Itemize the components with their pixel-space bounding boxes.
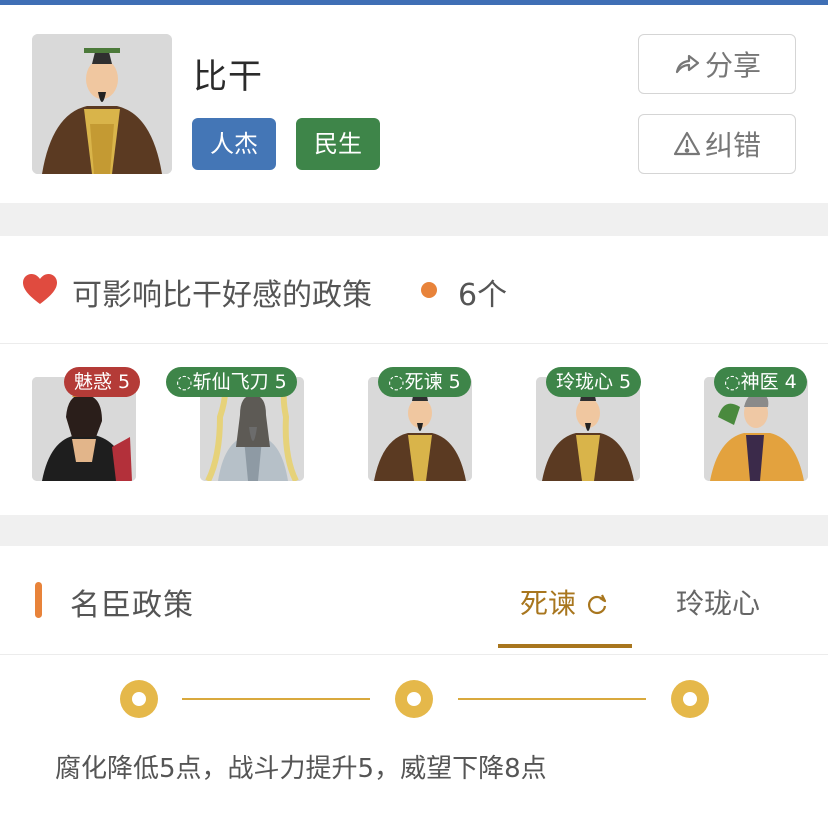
policy-list: 魅惑 5 ◌斩仙飞刀 5 ◌死谏 5 玲珑心 5 ◌神医 4	[0, 345, 828, 515]
share-arrow-icon	[673, 50, 701, 78]
policy-badge: 玲珑心 5	[546, 367, 642, 397]
level-connector	[458, 698, 646, 700]
tag-renjie: 人杰	[192, 118, 276, 170]
tab-linglongxin[interactable]: 玲珑心	[676, 582, 760, 622]
section-accent-bar	[35, 582, 42, 618]
policy-effect-text: 腐化降低5点，战斗力提升5，威望下降8点	[55, 754, 547, 784]
affinity-count: 6个	[458, 278, 508, 313]
character-portrait	[32, 34, 172, 174]
tab-divider	[0, 654, 828, 655]
affinity-title: 可影响比干好感的政策	[72, 278, 372, 313]
tag-minsheng: 民生	[296, 118, 380, 170]
level-node-2[interactable]	[395, 680, 433, 718]
separator-dot	[421, 282, 437, 298]
report-label: 纠错	[704, 129, 761, 162]
affinity-section-header: 可影响比干好感的政策 6个	[0, 236, 828, 344]
report-error-button[interactable]: 纠错	[638, 114, 796, 174]
level-node-1[interactable]	[120, 680, 158, 718]
character-name: 比干	[193, 57, 263, 97]
section-divider	[0, 203, 828, 236]
tab-label: 死谏	[520, 587, 577, 620]
level-connector	[182, 698, 370, 700]
heart-icon	[23, 274, 57, 304]
tab-sijian[interactable]: 死谏	[520, 582, 609, 622]
minister-policy-title: 名臣政策	[70, 588, 194, 623]
policy-badge: ◌斩仙飞刀 5	[166, 367, 297, 397]
policy-badge: 魅惑 5	[64, 367, 141, 397]
active-tab-indicator	[498, 644, 632, 648]
share-button[interactable]: 分享	[638, 34, 796, 94]
share-label: 分享	[704, 49, 761, 82]
character-header: 比干 人杰 民生 分享 纠错	[0, 5, 828, 203]
warning-triangle-icon	[673, 130, 701, 158]
policy-badge: ◌神医 4	[714, 367, 807, 397]
minister-policy-section: 名臣政策 死谏 玲珑心 腐化降低5点，战斗力提升5，威望下降8点	[0, 546, 828, 838]
level-node-3[interactable]	[671, 680, 709, 718]
policy-badge: ◌死谏 5	[378, 367, 471, 397]
section-divider	[0, 515, 828, 546]
refresh-icon	[587, 594, 607, 615]
